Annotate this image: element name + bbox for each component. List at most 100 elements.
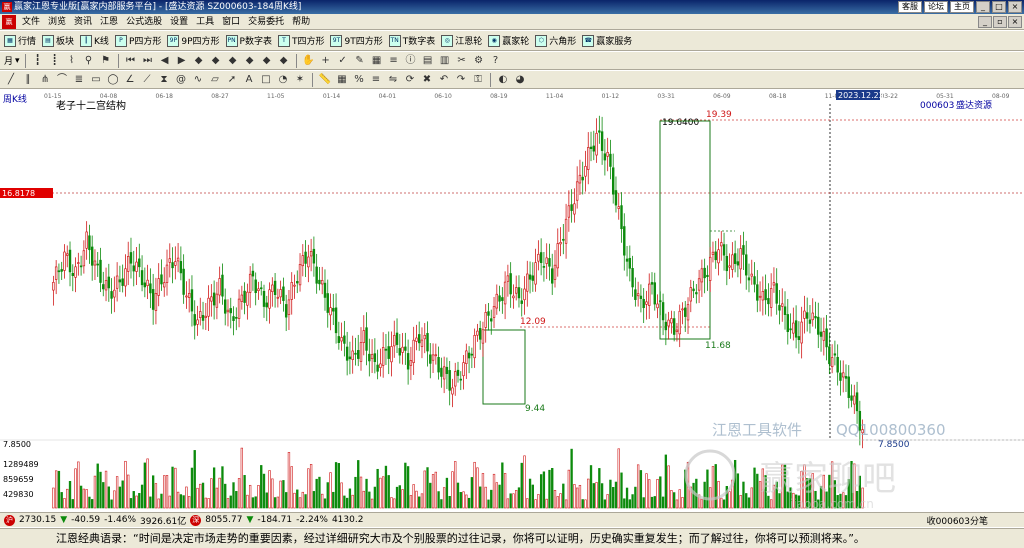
line-tool-icon[interactable]: ╱ [4,73,18,87]
hand-icon[interactable]: ✋ [302,54,316,68]
left-icon[interactable]: ◀ [158,54,172,68]
minimize-button[interactable]: _ [976,1,990,13]
menu-formula[interactable]: 公式选股 [122,15,166,29]
flag-icon[interactable]: ⚑ [99,54,113,68]
channel-icon[interactable]: ▱ [208,73,222,87]
period-select[interactable]: 月 ▾ [4,54,20,68]
marker1-icon[interactable]: ◆ [192,54,206,68]
info-icon[interactable]: ⓘ [404,54,418,68]
menu-help[interactable]: 帮助 [288,15,314,29]
delete-icon[interactable]: ✖ [420,73,434,87]
p-square-button[interactable]: P P四方形 [114,34,161,47]
fib-icon[interactable]: ≣ [72,73,86,87]
menu-tools[interactable]: 工具 [192,15,218,29]
arc-icon[interactable]: ⌒ [55,73,69,87]
volume-bar [625,487,629,509]
9t-square-button[interactable]: 9T 9T四方形 [330,34,383,47]
marker4-icon[interactable]: ◆ [243,54,257,68]
time-icon[interactable]: ⧗ [157,73,171,87]
9p-square-button[interactable]: 9P 9P四方形 [167,34,220,47]
volume-bar [240,447,243,509]
marker5-icon[interactable]: ◆ [260,54,274,68]
menu-gann[interactable]: 江恩 [96,15,122,29]
bars-icon[interactable]: ┇ [31,54,45,68]
mdi-close-button[interactable]: × [1008,16,1022,28]
gann-wheel-button[interactable]: ◎ 江恩轮 [441,34,482,47]
volume-bar [631,494,634,509]
angle-icon[interactable]: ∠ [123,73,137,87]
maximize-button[interactable]: □ [992,1,1006,13]
marker2-icon[interactable]: ◆ [209,54,223,68]
trend-icon[interactable]: ⌇ [65,54,79,68]
level-icon[interactable]: ≡ [369,73,383,87]
undo-icon[interactable]: ↶ [437,73,451,87]
menu-browse[interactable]: 浏览 [44,15,70,29]
menu-trade[interactable]: 交易委托 [244,15,288,29]
pen-icon[interactable]: ✎ [353,54,367,68]
table-icon[interactable]: ▦ [335,73,349,87]
box-icon[interactable]: ▭ [89,73,103,87]
color-icon[interactable]: ◐ [496,73,510,87]
kline-chart[interactable]: 01-15 04-08 06-18 08-27 11-05 01-14 04-01 06-10… [0,90,1024,511]
last-icon[interactable]: ⏭ [141,54,155,68]
mdi-minimize-button[interactable]: _ [978,16,992,28]
wave-icon[interactable]: ∿ [191,73,205,87]
service-button[interactable]: ☎ 赢家服务 [582,34,632,47]
menu-window[interactable]: 窗口 [218,15,244,29]
grid-tool-icon[interactable]: ▦ [370,54,384,68]
mirror-icon[interactable]: ⇋ [386,73,400,87]
marker3-icon[interactable]: ◆ [226,54,240,68]
help-icon[interactable]: ? [489,54,503,68]
right-icon[interactable]: ▶ [175,54,189,68]
pie-icon[interactable]: ◕ [513,73,527,87]
spiral-icon[interactable]: @ [174,73,188,87]
p-number-table-button[interactable]: PN P数字表 [225,34,272,47]
homepage-link[interactable]: 主页 [950,1,974,13]
arrow-icon[interactable]: ➚ [225,73,239,87]
marker6-icon[interactable]: ◆ [277,54,291,68]
winner-wheel-button[interactable]: ◉ 赢家轮 [488,34,529,47]
rotate-icon[interactable]: ⟳ [403,73,417,87]
check-icon[interactable]: ✓ [336,54,350,68]
customer-service-link[interactable]: 客服 [898,1,922,13]
candle-body [581,176,584,181]
app-menu-icon[interactable]: 赢 [2,14,16,29]
quotes-button[interactable]: ▦ 行情 [4,34,36,47]
redo-icon[interactable]: ↷ [454,73,468,87]
ruler-icon[interactable]: 📏 [318,73,332,87]
fork-icon[interactable]: ⋔ [38,73,52,87]
menu-file[interactable]: 文件 [18,15,44,29]
candle-body [814,316,817,319]
t-square-button[interactable]: T T四方形 [277,34,324,47]
lock-icon[interactable]: ⚿ [471,73,485,87]
first-icon[interactable]: ⏮ [124,54,138,68]
cycle-icon[interactable]: ◔ [276,73,290,87]
kline-button[interactable]: ┃ K线 [80,34,109,47]
crosshair-icon[interactable]: + [319,54,333,68]
text-tool-icon[interactable]: A [242,73,256,87]
calendar-icon[interactable]: ▤ [421,54,435,68]
hexagon-button[interactable]: ⬡ 六角形 [535,34,576,47]
mdi-restore-button[interactable]: ▫ [993,16,1007,28]
tick-detail-label[interactable]: 收000603分笔 [927,514,988,527]
forum-link[interactable]: 论坛 [924,1,948,13]
sector-button[interactable]: ▤ 板块 [42,34,74,47]
menu-info[interactable]: 资讯 [70,15,96,29]
gear-icon[interactable]: ⚙ [472,54,486,68]
square-tool-icon[interactable]: □ [259,73,273,87]
zoom-icon[interactable]: ⚲ [82,54,96,68]
t-number-table-button[interactable]: TN T数字表 [388,34,435,47]
star-icon[interactable]: ✶ [293,73,307,87]
kline-chart-panel[interactable]: 01-15 04-08 06-18 08-27 11-05 01-14 04-01 06-10… [0,90,1024,511]
candle-body [675,329,679,332]
bars-alt-icon[interactable]: ┋ [48,54,62,68]
chart-tool-icon[interactable]: ▥ [438,54,452,68]
cut-icon[interactable]: ✂ [455,54,469,68]
ellipse-icon[interactable]: ◯ [106,73,120,87]
parallel-icon[interactable]: ∥ [21,73,35,87]
percent-icon[interactable]: % [352,73,366,87]
close-button[interactable]: × [1008,1,1022,13]
list-icon[interactable]: ≡ [387,54,401,68]
gann-fan-icon[interactable]: ⟋ [140,73,154,87]
menu-settings[interactable]: 设置 [166,15,192,29]
